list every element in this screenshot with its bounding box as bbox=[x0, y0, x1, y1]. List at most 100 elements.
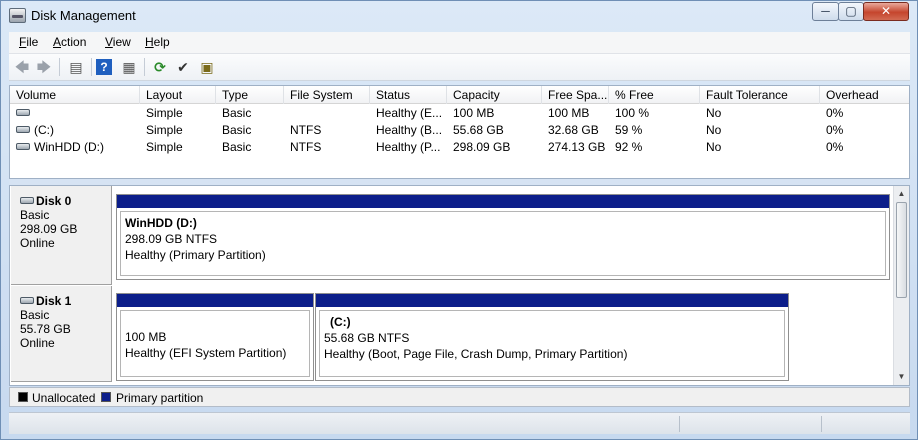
menu-file-label: ile bbox=[26, 35, 39, 49]
menu-file[interactable]: File bbox=[19, 35, 38, 49]
drive-icon bbox=[16, 126, 30, 134]
fault-tolerance-cell: No bbox=[706, 106, 722, 120]
scroll-down-arrow-icon[interactable]: ▼ bbox=[897, 372, 906, 381]
disk-type: Basic bbox=[20, 208, 50, 222]
volume-name: (C:) bbox=[34, 123, 54, 137]
partition-size-fs: 298.09 GB NTFS bbox=[125, 232, 218, 246]
disk-state: Online bbox=[20, 236, 55, 250]
layout-cell: Simple bbox=[146, 140, 183, 154]
menu-help-accel: H bbox=[145, 35, 154, 49]
col-capacity[interactable]: Capacity bbox=[447, 86, 542, 104]
disk-icon bbox=[20, 297, 34, 305]
volume-cell bbox=[10, 105, 140, 122]
partition-size-fs: 55.68 GB NTFS bbox=[324, 331, 410, 345]
layout-cell: Simple bbox=[146, 106, 183, 120]
col-status[interactable]: Status bbox=[370, 86, 447, 104]
disk-graphical-view: Disk 0 Basic 298.09 GB Online WinHDD (D:… bbox=[9, 185, 910, 386]
show-hide-console-tree-icon[interactable]: ▤ bbox=[66, 58, 86, 76]
partition-efi-system[interactable]: 100 MB Healthy (EFI System Partition) bbox=[116, 293, 314, 381]
drive-icon bbox=[16, 109, 30, 117]
partition-name: WinHDD (D:) bbox=[125, 216, 197, 230]
col-volume[interactable]: Volume bbox=[10, 86, 140, 104]
help-icon[interactable]: ? bbox=[96, 59, 112, 75]
disk-icon bbox=[20, 197, 34, 205]
col-overhead[interactable]: Overhead bbox=[820, 86, 909, 104]
volume-cell: (C:) bbox=[10, 122, 140, 139]
menu-action[interactable]: Action bbox=[53, 35, 86, 49]
overhead-cell: 0% bbox=[826, 140, 844, 154]
menu-help[interactable]: Help bbox=[145, 35, 170, 49]
properties-pane-icon[interactable]: ▦ bbox=[119, 58, 139, 76]
close-button[interactable]: ✕ bbox=[863, 2, 909, 21]
volume-row[interactable]: Simple Basic Healthy (E... 100 MB 100 MB… bbox=[10, 105, 909, 122]
fault-tolerance-cell: No bbox=[706, 140, 722, 154]
status-cell: Healthy (B... bbox=[376, 123, 443, 137]
toolbar-separator bbox=[59, 58, 60, 76]
disk-management-app-icon[interactable] bbox=[9, 8, 26, 23]
disk-0-label[interactable]: Disk 0 Basic 298.09 GB Online bbox=[11, 186, 112, 285]
disk-management-window: Disk Management ─ ▢ ✕ File Action View H… bbox=[0, 0, 918, 440]
volume-row[interactable]: (C:) Simple Basic NTFS Healthy (B... 55.… bbox=[10, 122, 909, 139]
rescan-disks-icon[interactable]: ▣ bbox=[197, 58, 217, 76]
free-space-cell: 274.13 GB bbox=[548, 140, 606, 154]
partition-winhdd-d[interactable]: WinHDD (D:) 298.09 GB NTFS Healthy (Prim… bbox=[116, 194, 890, 280]
menu-view-accel: V bbox=[105, 35, 113, 49]
scroll-up-arrow-icon[interactable]: ▲ bbox=[897, 189, 906, 198]
partition-body: 100 MB Healthy (EFI System Partition) bbox=[120, 310, 310, 377]
fs-cell: NTFS bbox=[290, 140, 322, 154]
col-free-space[interactable]: Free Spa... bbox=[542, 86, 609, 104]
status-cell: Healthy (P... bbox=[376, 140, 441, 154]
status-pane bbox=[679, 416, 680, 432]
window-title: Disk Management bbox=[31, 8, 136, 23]
partition-c[interactable]: (C:) 55.68 GB NTFS Healthy (Boot, Page F… bbox=[315, 293, 789, 381]
volume-list-header: Volume Layout Type File System Status Ca… bbox=[10, 86, 909, 104]
type-cell: Basic bbox=[222, 140, 252, 154]
col-fault-tolerance[interactable]: Fault Tolerance bbox=[700, 86, 820, 104]
title-bar: Disk Management ─ ▢ ✕ bbox=[1, 1, 917, 31]
col-type[interactable]: Type bbox=[216, 86, 284, 104]
disk-name: Disk 1 bbox=[36, 294, 72, 308]
partition-status: Healthy (Primary Partition) bbox=[125, 248, 266, 262]
back-arrow-icon[interactable]: 🡄 bbox=[12, 58, 32, 76]
menu-view[interactable]: View bbox=[105, 35, 131, 49]
refresh-icon[interactable]: ⟳ bbox=[150, 58, 170, 76]
col-percent-free[interactable]: % Free bbox=[609, 86, 700, 104]
toolbar-separator bbox=[144, 58, 145, 76]
volume-name: WinHDD (D:) bbox=[34, 140, 104, 154]
volume-row[interactable]: WinHDD (D:) Simple Basic NTFS Healthy (P… bbox=[10, 139, 909, 156]
unallocated-swatch bbox=[18, 392, 28, 402]
properties-icon[interactable]: ✔ bbox=[173, 58, 193, 76]
volume-cell: WinHDD (D:) bbox=[10, 139, 140, 156]
primary-partition-bar bbox=[117, 294, 313, 307]
menu-action-accel: A bbox=[53, 35, 62, 49]
minimize-button[interactable]: ─ bbox=[812, 2, 839, 21]
toolbar-separator bbox=[91, 58, 92, 76]
status-cell: Healthy (E... bbox=[376, 106, 443, 120]
scrollbar-thumb[interactable] bbox=[896, 202, 907, 298]
partition-body: (C:) 55.68 GB NTFS Healthy (Boot, Page F… bbox=[319, 310, 785, 377]
type-cell: Basic bbox=[222, 123, 252, 137]
partition-status: Healthy (EFI System Partition) bbox=[125, 346, 287, 360]
disk-state: Online bbox=[20, 336, 55, 350]
legend-unallocated: Unallocated bbox=[32, 391, 96, 405]
primary-partition-bar bbox=[316, 294, 788, 307]
layout-cell: Simple bbox=[146, 123, 183, 137]
overhead-cell: 0% bbox=[826, 106, 844, 120]
menu-bar: File Action View Help bbox=[9, 32, 910, 54]
legend-bar: Unallocated Primary partition bbox=[9, 387, 910, 407]
primary-partition-swatch bbox=[101, 392, 111, 402]
free-space-cell: 100 MB bbox=[548, 106, 590, 120]
forward-arrow-icon[interactable]: 🡆 bbox=[34, 58, 54, 76]
overhead-cell: 0% bbox=[826, 123, 844, 137]
disk-1-label[interactable]: Disk 1 Basic 55.78 GB Online bbox=[11, 286, 112, 382]
vertical-scrollbar[interactable]: ▲ ▼ bbox=[893, 186, 909, 385]
menu-action-label: ction bbox=[61, 35, 87, 49]
primary-partition-bar bbox=[117, 195, 889, 208]
menu-view-label: iew bbox=[112, 35, 131, 49]
col-layout[interactable]: Layout bbox=[140, 86, 216, 104]
partition-name: (C:) bbox=[330, 315, 351, 329]
fault-tolerance-cell: No bbox=[706, 123, 722, 137]
col-file-system[interactable]: File System bbox=[284, 86, 370, 104]
maximize-button[interactable]: ▢ bbox=[838, 2, 864, 21]
disk-name: Disk 0 bbox=[36, 194, 72, 208]
